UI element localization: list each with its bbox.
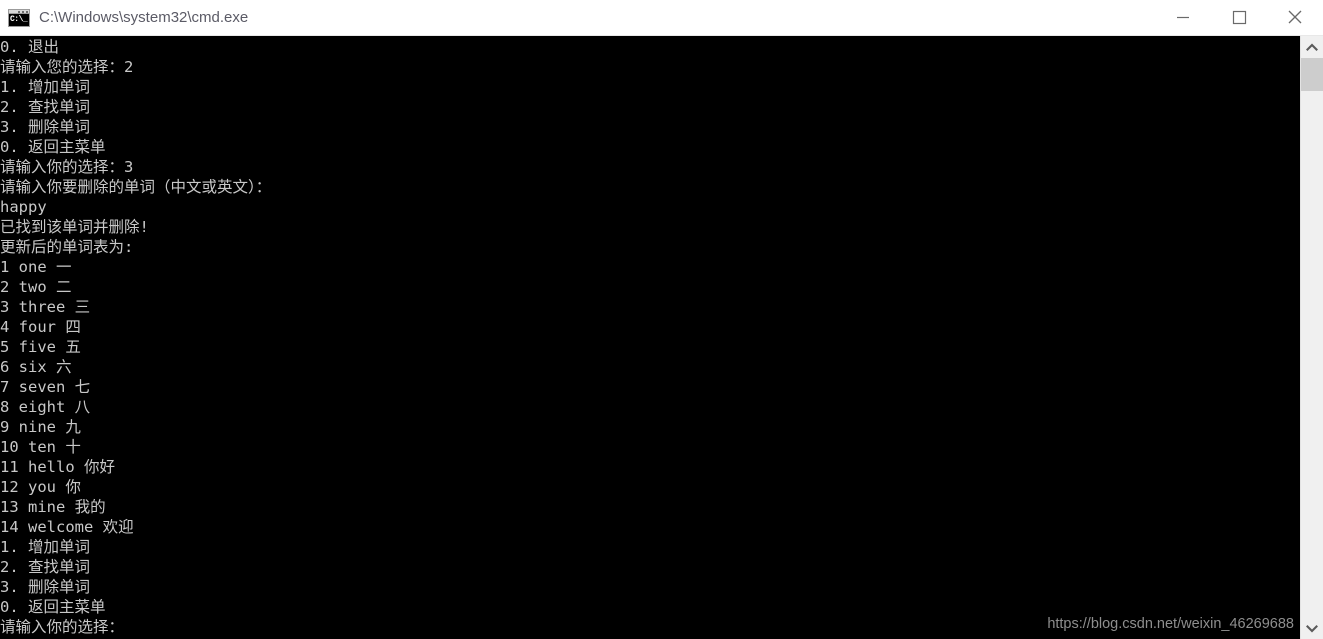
scroll-down-arrow-icon[interactable] — [1301, 617, 1323, 639]
cmd-console-icon: C:\_ — [8, 8, 30, 27]
vertical-scrollbar[interactable] — [1300, 36, 1323, 639]
cmd-window: C:\_ C:\Windows\system32\cmd.exe 0. 退出 请… — [0, 0, 1323, 639]
scroll-up-arrow-icon[interactable] — [1301, 36, 1323, 58]
icon-console-glyph: C:\_ — [9, 13, 29, 26]
window-controls — [1155, 0, 1323, 36]
window-titlebar[interactable]: C:\_ C:\Windows\system32\cmd.exe — [0, 0, 1323, 36]
maximize-button[interactable] — [1211, 0, 1267, 35]
console-text: 0. 退出 请输入您的选择：2 1. 增加单词 2. 查找单词 3. 删除单词 … — [0, 38, 272, 636]
scrollbar-thumb[interactable] — [1301, 58, 1323, 91]
minimize-button[interactable] — [1155, 0, 1211, 35]
titlebar-left-group: C:\_ C:\Windows\system32\cmd.exe — [0, 8, 1155, 27]
scrollbar-track[interactable] — [1301, 58, 1323, 617]
close-button[interactable] — [1267, 0, 1323, 35]
window-title: C:\Windows\system32\cmd.exe — [39, 9, 249, 26]
terminal-output-area[interactable]: 0. 退出 请输入您的选择：2 1. 增加单词 2. 查找单词 3. 删除单词 … — [0, 36, 1300, 639]
